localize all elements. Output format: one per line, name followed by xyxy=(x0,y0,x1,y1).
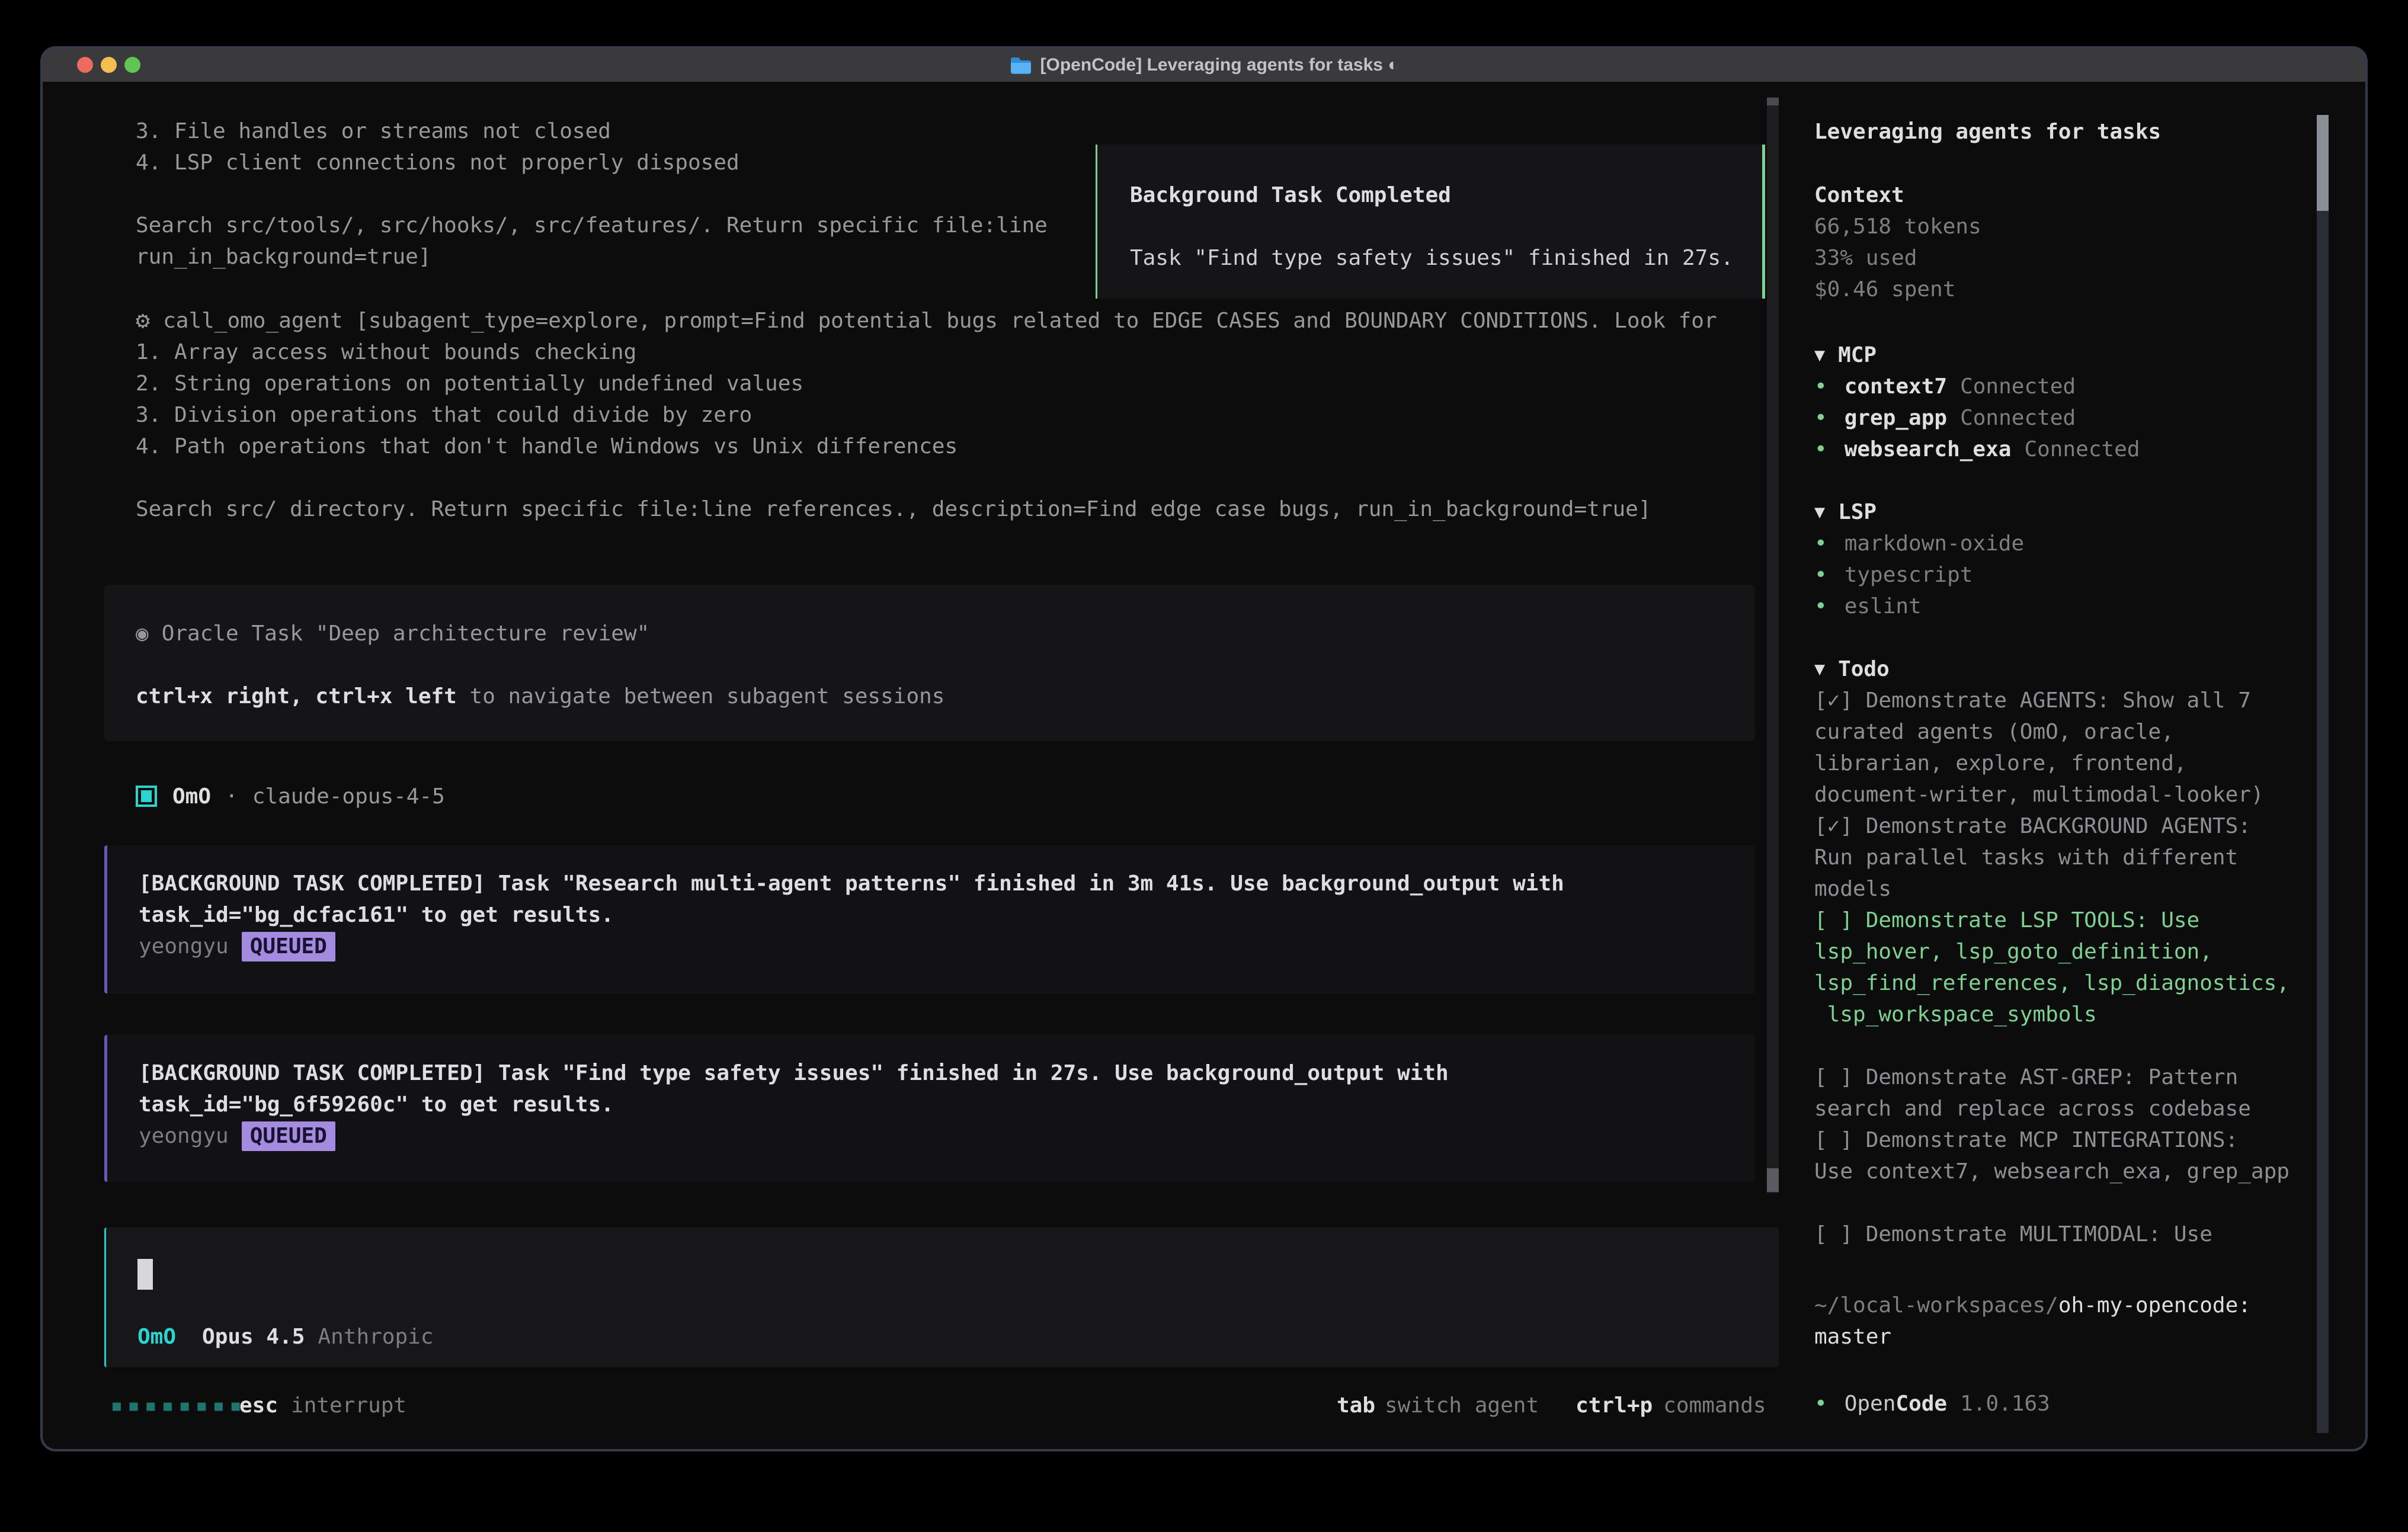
task-block-text: [BACKGROUND TASK COMPLETED] Task "Resear… xyxy=(139,868,1564,931)
tool-call-body: 1. Array access without bounds checking … xyxy=(136,336,1651,525)
sidebar-scrollbar-thumb[interactable] xyxy=(2317,115,2329,211)
todo-section-header[interactable]: ▼ Todo xyxy=(1814,653,1890,685)
task-block[interactable]: [BACKGROUND TASK COMPLETED] Task "Find t… xyxy=(104,1035,1755,1182)
terminal-window: [OpenCode] Leveraging agents for tasks ◐… xyxy=(40,46,2368,1451)
lsp-title: LSP xyxy=(1838,496,1877,528)
tool-call-text: call_omo_agent [subagent_type=explore, p… xyxy=(163,305,1717,336)
lsp-name: markdown-oxide xyxy=(1845,528,2024,559)
queued-badge: QUEUED xyxy=(242,932,335,961)
spinner: ▪▪▪▪▪▪▪▪ xyxy=(110,1390,246,1421)
status-dot-icon: • xyxy=(1814,402,1827,434)
agent-header: OmO · claude-opus-4-5 xyxy=(136,784,445,808)
mcp-item: • context7 Connected xyxy=(1814,371,2076,402)
gear-icon: ⚙ xyxy=(136,305,150,336)
collapse-triangle-icon: ▼ xyxy=(1814,496,1825,528)
tab-key-label: switch agent xyxy=(1385,1390,1539,1421)
commands-key-label: commands xyxy=(1663,1390,1766,1421)
status-dot-icon: • xyxy=(1814,434,1827,465)
context-heading: Context xyxy=(1814,180,1904,211)
mcp-name: context7 xyxy=(1845,371,1947,402)
lsp-section-header[interactable]: ▼ LSP xyxy=(1814,496,1877,528)
lsp-item: • markdown-oxide xyxy=(1814,528,2024,559)
status-dot-icon: • xyxy=(1814,528,1827,559)
mcp-status: Connected xyxy=(1960,402,2076,434)
todo-pending-items: [ ] Demonstrate AST-GREP: Pattern search… xyxy=(1814,1062,2289,1187)
background-task-toast[interactable]: Background Task Completed Task "Find typ… xyxy=(1096,145,1765,299)
oracle-hint-keys: ctrl+x right, ctrl+x left xyxy=(136,681,457,712)
agent-separator: · xyxy=(225,781,238,812)
mcp-title: MCP xyxy=(1838,339,1877,371)
todo-title: Todo xyxy=(1838,653,1890,685)
todo-active-item: [ ] Demonstrate LSP TOOLS: Use lsp_hover… xyxy=(1814,905,2289,1030)
context-stats: 66,518 tokens 33% used $0.46 spent xyxy=(1814,211,1981,305)
oracle-dot-icon: ◉ xyxy=(136,618,149,649)
oracle-hint-text: to navigate between subagent sessions xyxy=(457,681,945,712)
lsp-item: • eslint xyxy=(1814,591,1922,622)
folder-icon xyxy=(1010,56,1031,74)
window-title: [OpenCode] Leveraging agents for tasks ◐ xyxy=(1040,55,1399,75)
collapse-triangle-icon: ▼ xyxy=(1814,653,1825,685)
workspace-branch: master xyxy=(1814,1321,1891,1352)
esc-key-label: interrupt xyxy=(291,1390,406,1421)
app-name-bold: Code xyxy=(1895,1388,1947,1419)
lsp-name: typescript xyxy=(1845,559,1973,591)
mcp-item: • grep_app Connected xyxy=(1814,402,2076,434)
minimize-button[interactable] xyxy=(101,57,117,73)
titlebar[interactable]: [OpenCode] Leveraging agents for tasks ◐ xyxy=(43,49,2365,82)
tool-call-header: ⚙ call_omo_agent [subagent_type=explore,… xyxy=(136,305,1717,336)
tab-key-hint: tab xyxy=(1337,1390,1375,1421)
zoom-button[interactable] xyxy=(124,57,140,73)
lsp-name: eslint xyxy=(1845,591,1922,622)
version-row: • Open Code 1.0.163 xyxy=(1814,1388,2050,1419)
mcp-status: Connected xyxy=(2024,434,2140,465)
workspace-path-prefix: ~/local-workspaces/ xyxy=(1814,1290,2058,1321)
collapse-triangle-icon: ▼ xyxy=(1814,339,1825,371)
main-scrollbar[interactable] xyxy=(1767,97,1779,1193)
window-title-group: [OpenCode] Leveraging agents for tasks ◐ xyxy=(1010,55,1399,75)
input-provider-label: Anthropic xyxy=(318,1321,433,1352)
toast-title: Background Task Completed xyxy=(1130,180,1451,211)
esc-key-hint: esc xyxy=(239,1390,278,1421)
close-button[interactable] xyxy=(77,57,93,73)
mcp-section-header[interactable]: ▼ MCP xyxy=(1814,339,1877,371)
status-dot-icon: • xyxy=(1814,371,1827,402)
omo-agent-icon xyxy=(136,786,157,807)
prompt-input[interactable]: OmO Opus 4.5 Anthropic xyxy=(104,1227,1779,1367)
workspace-path: ~/local-workspaces/ oh-my-opencode: xyxy=(1814,1290,2251,1321)
input-agent-label[interactable]: OmO xyxy=(137,1321,176,1352)
task-block-user: yeongyu xyxy=(139,1120,229,1152)
status-dot-icon: • xyxy=(1814,591,1827,622)
commands-key-hint: ctrl+p xyxy=(1576,1390,1653,1421)
todo-pending-item: [ ] Demonstrate MULTIMODAL: Use xyxy=(1814,1219,2212,1250)
status-dot-icon: • xyxy=(1814,1388,1827,1419)
text-cursor xyxy=(137,1259,153,1290)
task-block-user: yeongyu xyxy=(139,931,229,962)
oracle-task-title: Oracle Task "Deep architecture review" xyxy=(162,618,650,649)
app-name-regular: Open xyxy=(1845,1388,1896,1419)
agent-model: claude-opus-4-5 xyxy=(252,781,445,812)
input-model-label[interactable]: Opus 4.5 xyxy=(202,1321,305,1352)
mcp-item: • websearch_exa Connected xyxy=(1814,434,2140,465)
task-block[interactable]: [BACKGROUND TASK COMPLETED] Task "Resear… xyxy=(104,845,1755,993)
mcp-status: Connected xyxy=(1960,371,2076,402)
main-scrollbar-thumb-top[interactable] xyxy=(1767,98,1779,105)
workspace-repo: oh-my-opencode: xyxy=(2058,1290,2251,1321)
session-title: Leveraging agents for tasks xyxy=(1814,116,2161,148)
queued-badge: QUEUED xyxy=(242,1121,335,1151)
scrollback-text: 3. File handles or streams not closed 4.… xyxy=(136,116,1048,273)
toast-body: Task "Find type safety issues" finished … xyxy=(1130,242,1734,274)
agent-name: OmO xyxy=(172,781,211,812)
oracle-task-card[interactable]: ◉ Oracle Task "Deep architecture review"… xyxy=(104,585,1755,741)
mcp-name: websearch_exa xyxy=(1845,434,2012,465)
todo-done-items: [✓] Demonstrate AGENTS: Show all 7 curat… xyxy=(1814,685,2264,905)
lsp-item: • typescript xyxy=(1814,559,1972,591)
task-block-text: [BACKGROUND TASK COMPLETED] Task "Find t… xyxy=(139,1057,1449,1120)
status-dot-icon: • xyxy=(1814,559,1827,591)
main-scrollbar-thumb[interactable] xyxy=(1767,1168,1779,1192)
app-version: 1.0.163 xyxy=(1960,1388,2050,1419)
sidebar-scrollbar-track[interactable] xyxy=(2317,211,2329,1433)
mcp-name: grep_app xyxy=(1845,402,1947,434)
